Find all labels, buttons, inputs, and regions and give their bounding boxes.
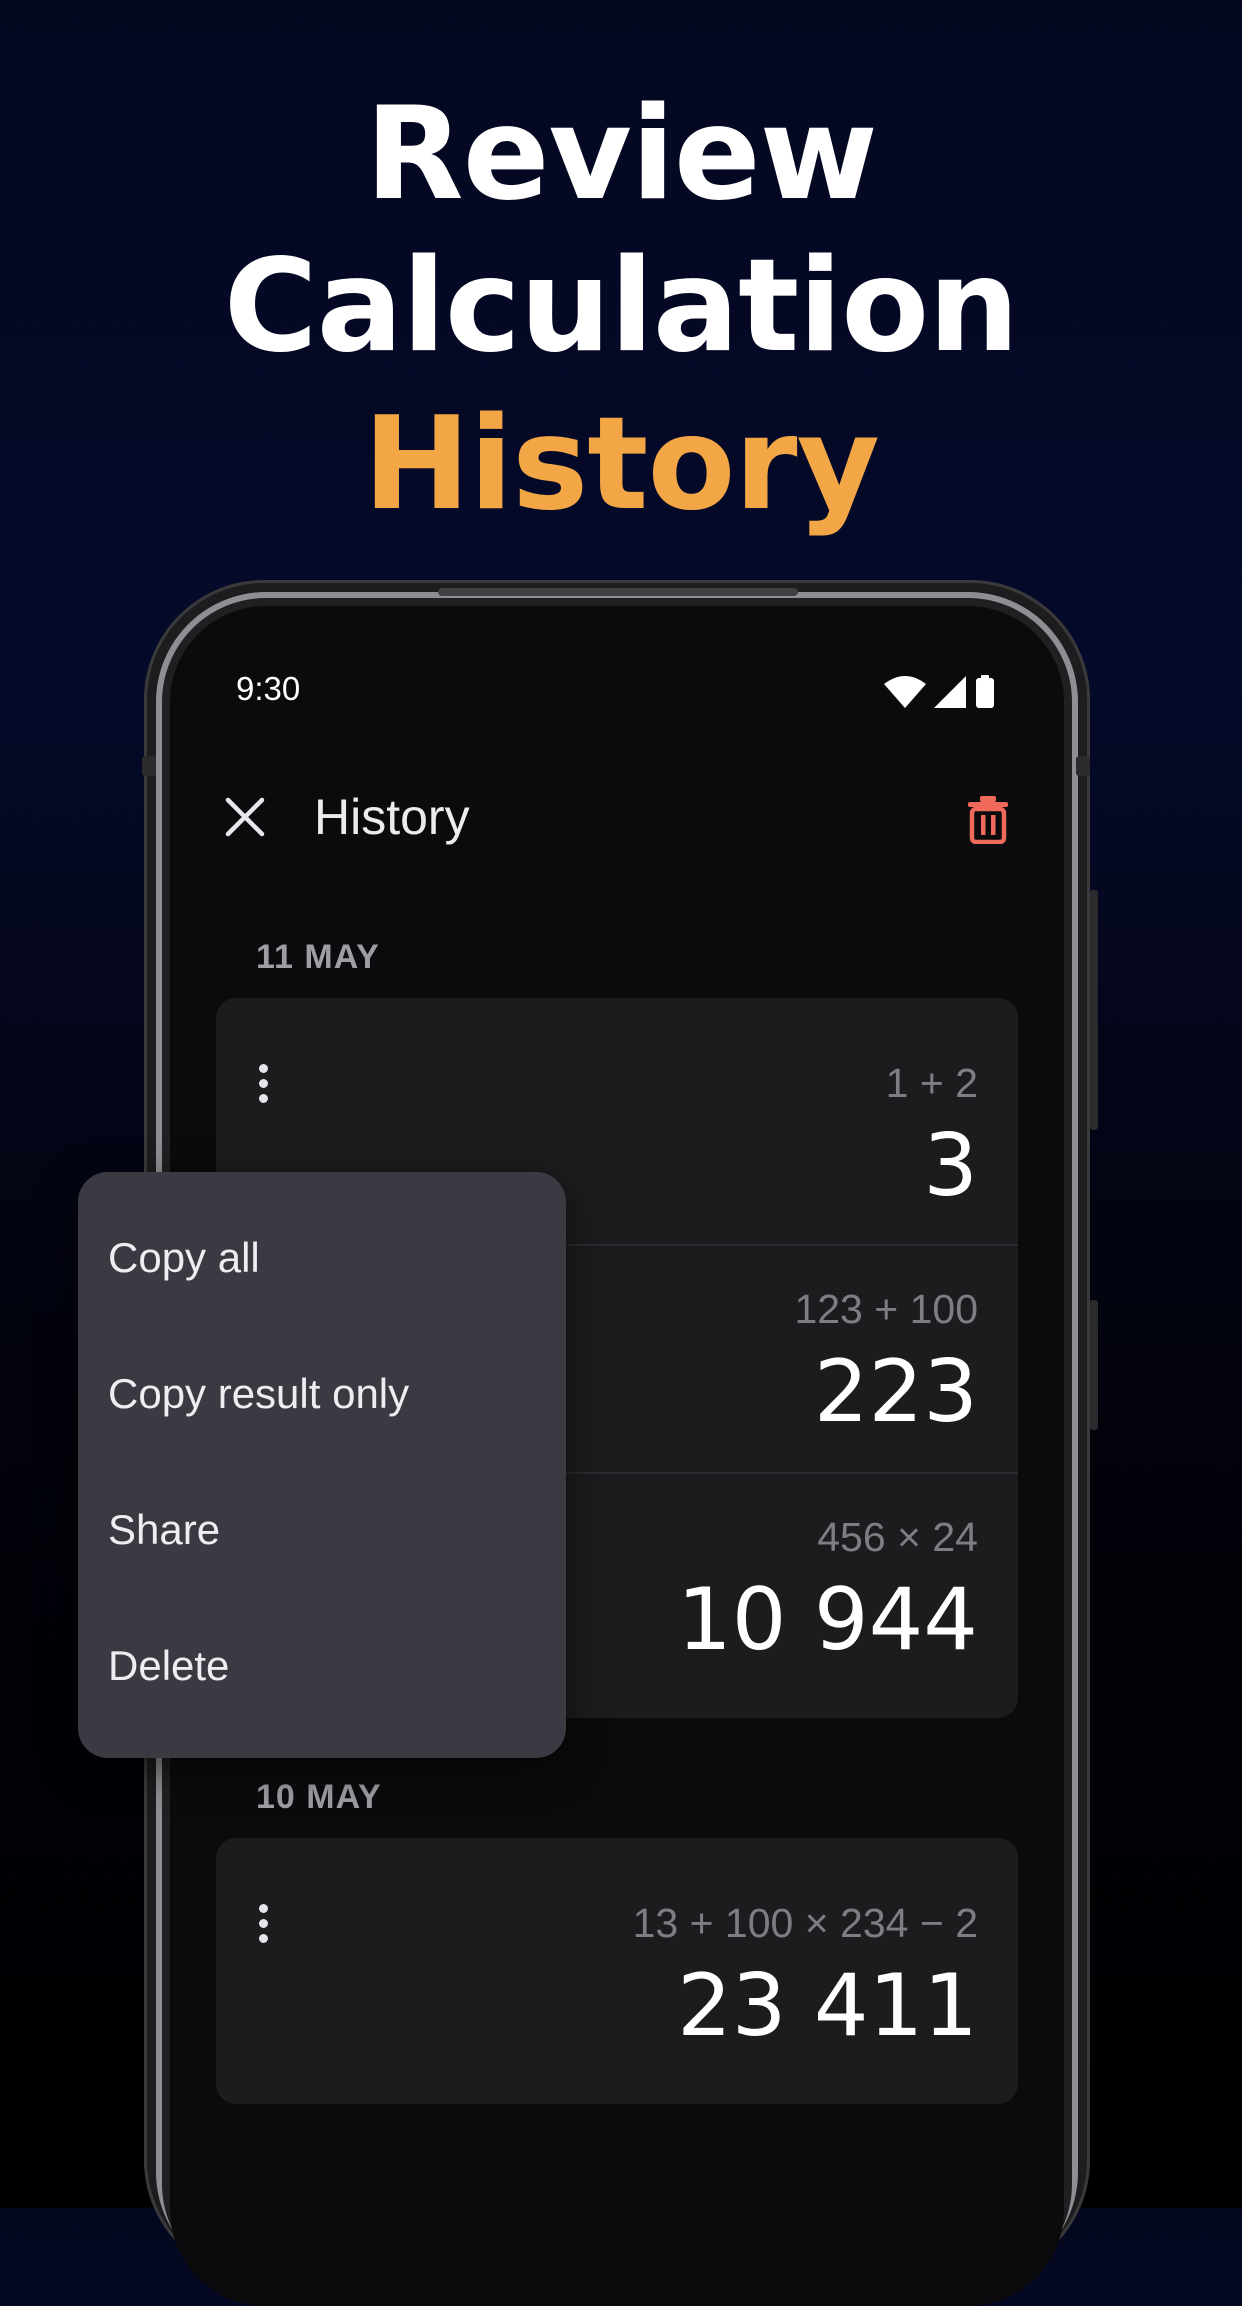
more-options-icon[interactable] [256, 1064, 270, 1112]
status-time: 9:30 [236, 670, 301, 707]
battery-icon [976, 675, 994, 708]
date-header: 10 MAY [256, 1778, 382, 1816]
entry-result: 23 411 [677, 1956, 978, 2056]
menu-item-copy-all[interactable]: Copy all [108, 1234, 260, 1282]
headline-accent: History [363, 390, 880, 539]
phone-volume-button [1090, 890, 1098, 1130]
history-card: 13 + 100 × 234 − 2 23 411 [216, 1838, 1018, 2104]
signal-icon [934, 676, 966, 708]
phone-side-notch-right [1076, 756, 1090, 776]
phone-power-button [1090, 1300, 1098, 1430]
menu-item-delete[interactable]: Delete [108, 1642, 229, 1690]
more-options-icon[interactable] [256, 1904, 270, 1952]
phone-speaker [438, 588, 798, 596]
context-menu: Copy all Copy result only Share Delete [78, 1172, 566, 1758]
entry-result: 10 944 [677, 1570, 978, 1670]
entry-result: 3 [923, 1116, 978, 1216]
headline-line-2: Calculation [223, 232, 1020, 381]
trash-icon[interactable] [966, 794, 1010, 845]
close-icon[interactable] [222, 794, 268, 840]
wifi-icon [884, 676, 926, 708]
menu-item-share[interactable]: Share [108, 1506, 220, 1554]
status-icons [880, 672, 1010, 712]
history-entry[interactable]: 13 + 100 × 234 − 2 23 411 [216, 1838, 1018, 2104]
headline-line-1: Review [365, 80, 878, 229]
entry-result: 223 [813, 1342, 978, 1442]
app-bar-title: History [314, 789, 470, 845]
date-header: 11 MAY [256, 938, 380, 976]
entry-expression: 123 + 100 [794, 1286, 978, 1332]
menu-item-copy-result-only[interactable]: Copy result only [108, 1370, 409, 1418]
entry-expression: 1 + 2 [885, 1060, 978, 1106]
entry-expression: 456 × 24 [817, 1514, 978, 1560]
entry-expression: 13 + 100 × 234 − 2 [632, 1900, 978, 1946]
phone-side-notch-left [142, 756, 156, 776]
